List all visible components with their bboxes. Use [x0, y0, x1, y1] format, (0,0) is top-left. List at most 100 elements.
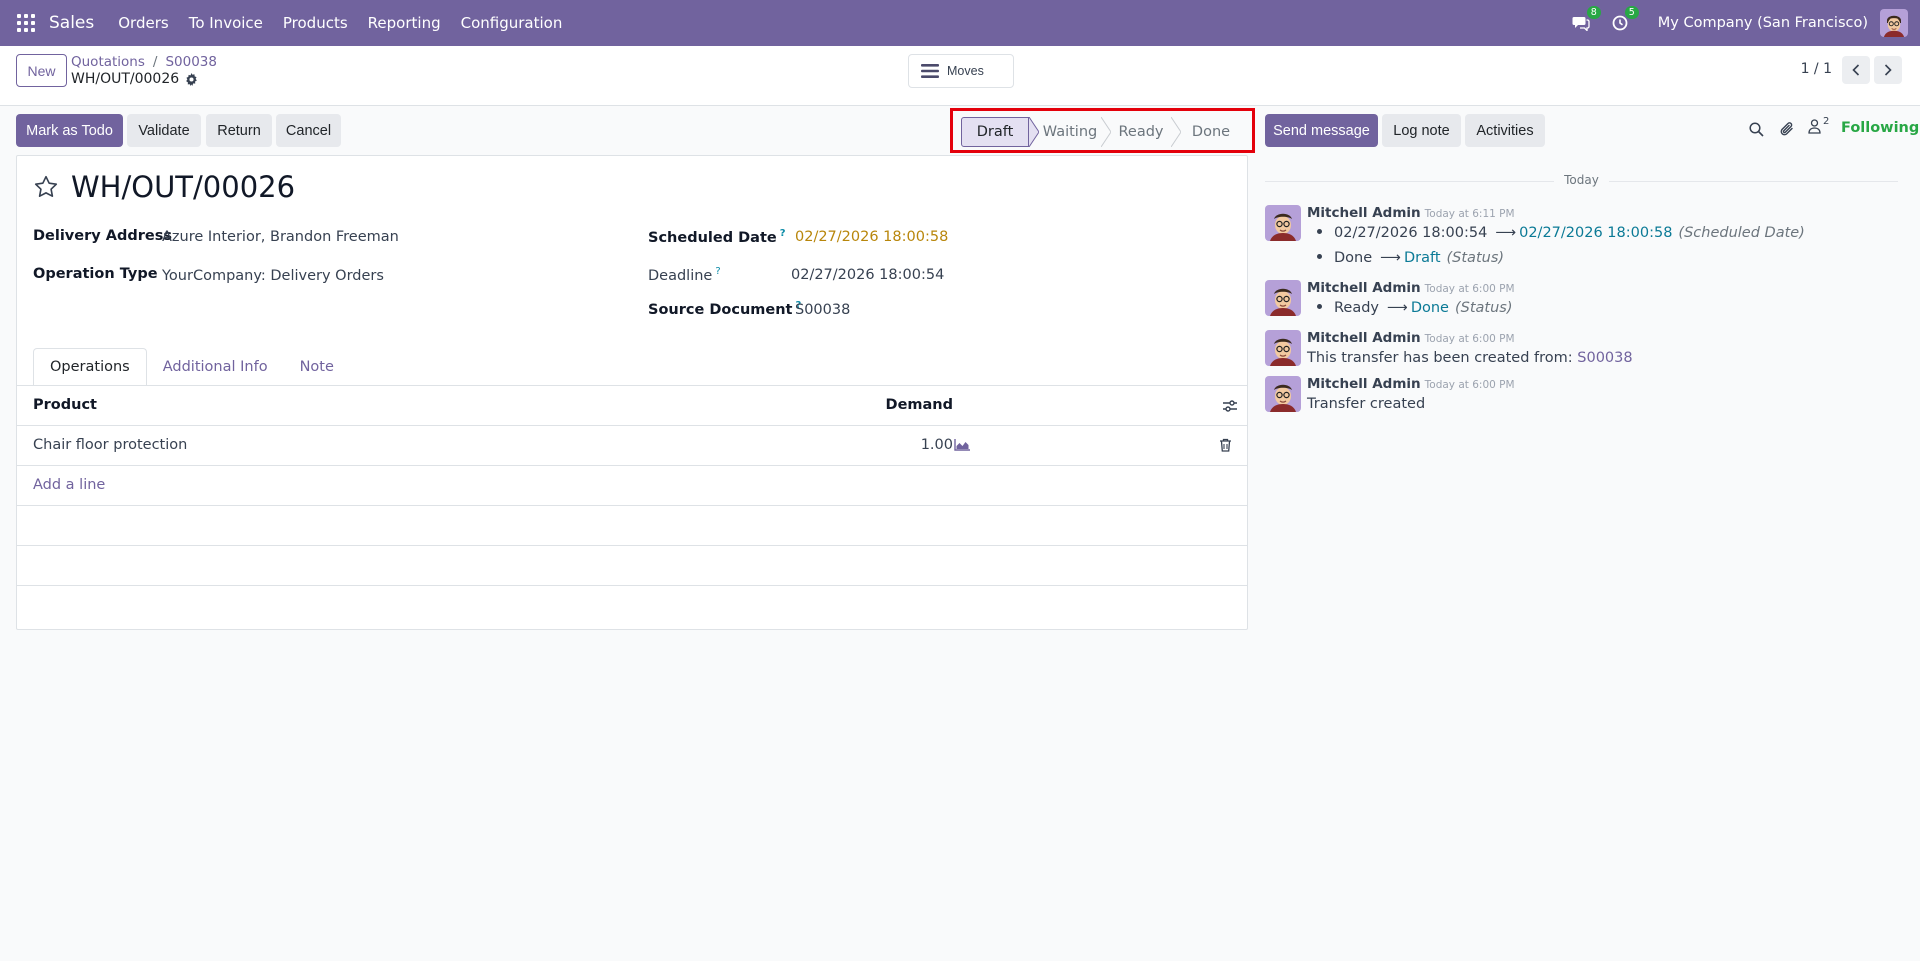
demand-cell[interactable]: 1.00 [883, 437, 953, 453]
tracked-field: (Scheduled Date) [1678, 225, 1805, 241]
company-switcher[interactable]: My Company (San Francisco) [1658, 15, 1868, 31]
activities-clock-icon[interactable]: 5 [1612, 6, 1639, 31]
author-name[interactable]: Mitchell Admin [1307, 280, 1421, 296]
optional-columns-icon[interactable] [1223, 399, 1237, 413]
author-avatar[interactable] [1265, 280, 1301, 316]
activities-button[interactable]: Activities [1465, 114, 1545, 147]
stage-draft-label: Draft [976, 124, 1014, 140]
author-avatar[interactable] [1265, 376, 1301, 412]
message-time: Today at 6:11 PM [1424, 208, 1515, 220]
new-value: Draft [1403, 250, 1441, 266]
author-name[interactable]: Mitchell Admin [1307, 376, 1421, 392]
statusbar: Draft Waiting Ready Done [961, 117, 1241, 147]
pager-previous-button[interactable] [1842, 56, 1870, 84]
author-name[interactable]: Mitchell Admin [1307, 330, 1421, 346]
message-time: Today at 6:00 PM [1424, 333, 1515, 345]
moves-label: Moves [947, 64, 984, 78]
menu-to-invoice[interactable]: To Invoice [189, 14, 263, 32]
app-name[interactable]: Sales [49, 13, 94, 33]
empty-row [17, 506, 1247, 546]
stage-ready[interactable]: Ready [1111, 117, 1171, 147]
empty-row [17, 546, 1247, 586]
user-icon [1808, 119, 1821, 134]
mark-as-todo-button[interactable]: Mark as Todo [16, 114, 123, 147]
deadline-value[interactable]: 02/27/2026 18:00:54 [791, 267, 944, 283]
add-line-link[interactable]: Add a line [33, 477, 105, 493]
stage-done[interactable]: Done [1181, 117, 1241, 147]
tracking-line: 02/27/2026 18:00:54 ⟶ 02/27/2026 18:00:58 (… [1307, 225, 1805, 241]
delivery-address-value[interactable]: Azure Interior, Brandon Freeman [162, 229, 399, 245]
validate-button[interactable]: Validate [127, 114, 201, 147]
new-button[interactable]: New [16, 54, 67, 87]
pager-next-button[interactable] [1874, 56, 1902, 84]
delivery-address-label: Delivery Address [33, 228, 172, 244]
search-icon[interactable] [1749, 122, 1764, 137]
notebook-tabs: Operations Additional Info Note [33, 348, 350, 386]
message-time: Today at 6:00 PM [1424, 379, 1515, 391]
followers-button[interactable]: 2 [1808, 116, 1829, 134]
pager-value[interactable]: 1 / 1 [1801, 61, 1832, 77]
breadcrumb-s00038[interactable]: S00038 [165, 54, 217, 70]
message-body: Transfer created [1307, 396, 1426, 412]
source-document-label: Source Document? [648, 300, 801, 318]
source-document-value[interactable]: S00038 [795, 302, 850, 318]
messages-icon[interactable]: 8 [1572, 6, 1601, 31]
author-name[interactable]: Mitchell Admin [1307, 205, 1421, 221]
help-icon[interactable]: ? [780, 228, 786, 239]
statusbar-highlight-box: Draft Waiting Ready Done [950, 108, 1255, 153]
form-sheet: WH/OUT/00026 Delivery Address Azure Inte… [16, 155, 1248, 630]
tab-operations[interactable]: Operations [33, 348, 147, 386]
menu-products[interactable]: Products [283, 14, 348, 32]
stage-separator-icon [1029, 117, 1039, 147]
following-button[interactable]: Following [1841, 120, 1919, 136]
old-value: Ready [1334, 300, 1380, 316]
message-author: Mitchell Admin Today at 6:00 PM [1307, 330, 1515, 346]
breadcrumb-quotations[interactable]: Quotations [71, 54, 145, 70]
operation-type-value[interactable]: YourCompany: Delivery Orders [162, 268, 384, 284]
menu-reporting[interactable]: Reporting [368, 14, 441, 32]
stage-separator-icon [1101, 117, 1111, 147]
column-demand[interactable]: Demand [883, 397, 953, 413]
operations-table-header: Product Demand [17, 386, 1247, 426]
cancel-button[interactable]: Cancel [276, 114, 341, 147]
gear-icon[interactable] [185, 72, 198, 86]
breadcrumb: Quotations / S00038 [71, 54, 217, 70]
top-navbar: Sales Orders To Invoice Products Reporti… [0, 0, 1920, 46]
author-avatar[interactable] [1265, 205, 1301, 241]
day-separator-label: Today [1554, 173, 1609, 187]
arrow-right-icon: ⟶ [1380, 250, 1401, 266]
add-line-row: Add a line [17, 466, 1247, 506]
star-icon[interactable] [33, 174, 59, 200]
help-icon[interactable]: ? [715, 266, 720, 277]
scheduled-date-value[interactable]: 02/27/2026 18:00:58 [795, 229, 948, 245]
scheduled-date-label-text: Scheduled Date [648, 229, 777, 246]
record-title: WH/OUT/00026 [71, 170, 296, 204]
tracking-line: Done ⟶ Draft (Status) [1307, 250, 1504, 266]
user-avatar[interactable] [1880, 9, 1908, 37]
menu-configuration[interactable]: Configuration [461, 14, 563, 32]
moves-smart-button[interactable]: Moves [908, 54, 1014, 88]
menu-orders[interactable]: Orders [118, 14, 168, 32]
table-row[interactable]: Chair floor protection 1.00 [17, 426, 1247, 466]
new-value: 02/27/2026 18:00:58 [1519, 225, 1673, 241]
forecast-chart-icon[interactable] [954, 439, 970, 451]
stage-waiting[interactable]: Waiting [1039, 117, 1101, 147]
stage-separator-icon [1171, 117, 1181, 147]
paperclip-icon[interactable] [1779, 121, 1795, 137]
author-avatar[interactable] [1265, 330, 1301, 366]
deadline-label-text: Deadline [648, 267, 713, 284]
tab-additional-info[interactable]: Additional Info [147, 348, 284, 386]
tab-note[interactable]: Note [284, 348, 350, 386]
stage-draft[interactable]: Draft [961, 117, 1029, 147]
column-product[interactable]: Product [33, 397, 97, 413]
source-order-link[interactable]: S00038 [1577, 350, 1632, 366]
trash-icon[interactable] [1219, 438, 1232, 452]
log-note-button[interactable]: Log note [1382, 114, 1461, 147]
return-button[interactable]: Return [206, 114, 272, 147]
product-cell[interactable]: Chair floor protection [33, 437, 187, 453]
message-author: Mitchell Admin Today at 6:00 PM [1307, 376, 1515, 392]
apps-grid-icon[interactable] [17, 14, 35, 32]
tracking-line: Ready ⟶ Done (Status) [1307, 300, 1513, 316]
source-document-label-text: Source Document [648, 301, 793, 318]
send-message-button[interactable]: Send message [1265, 114, 1378, 147]
